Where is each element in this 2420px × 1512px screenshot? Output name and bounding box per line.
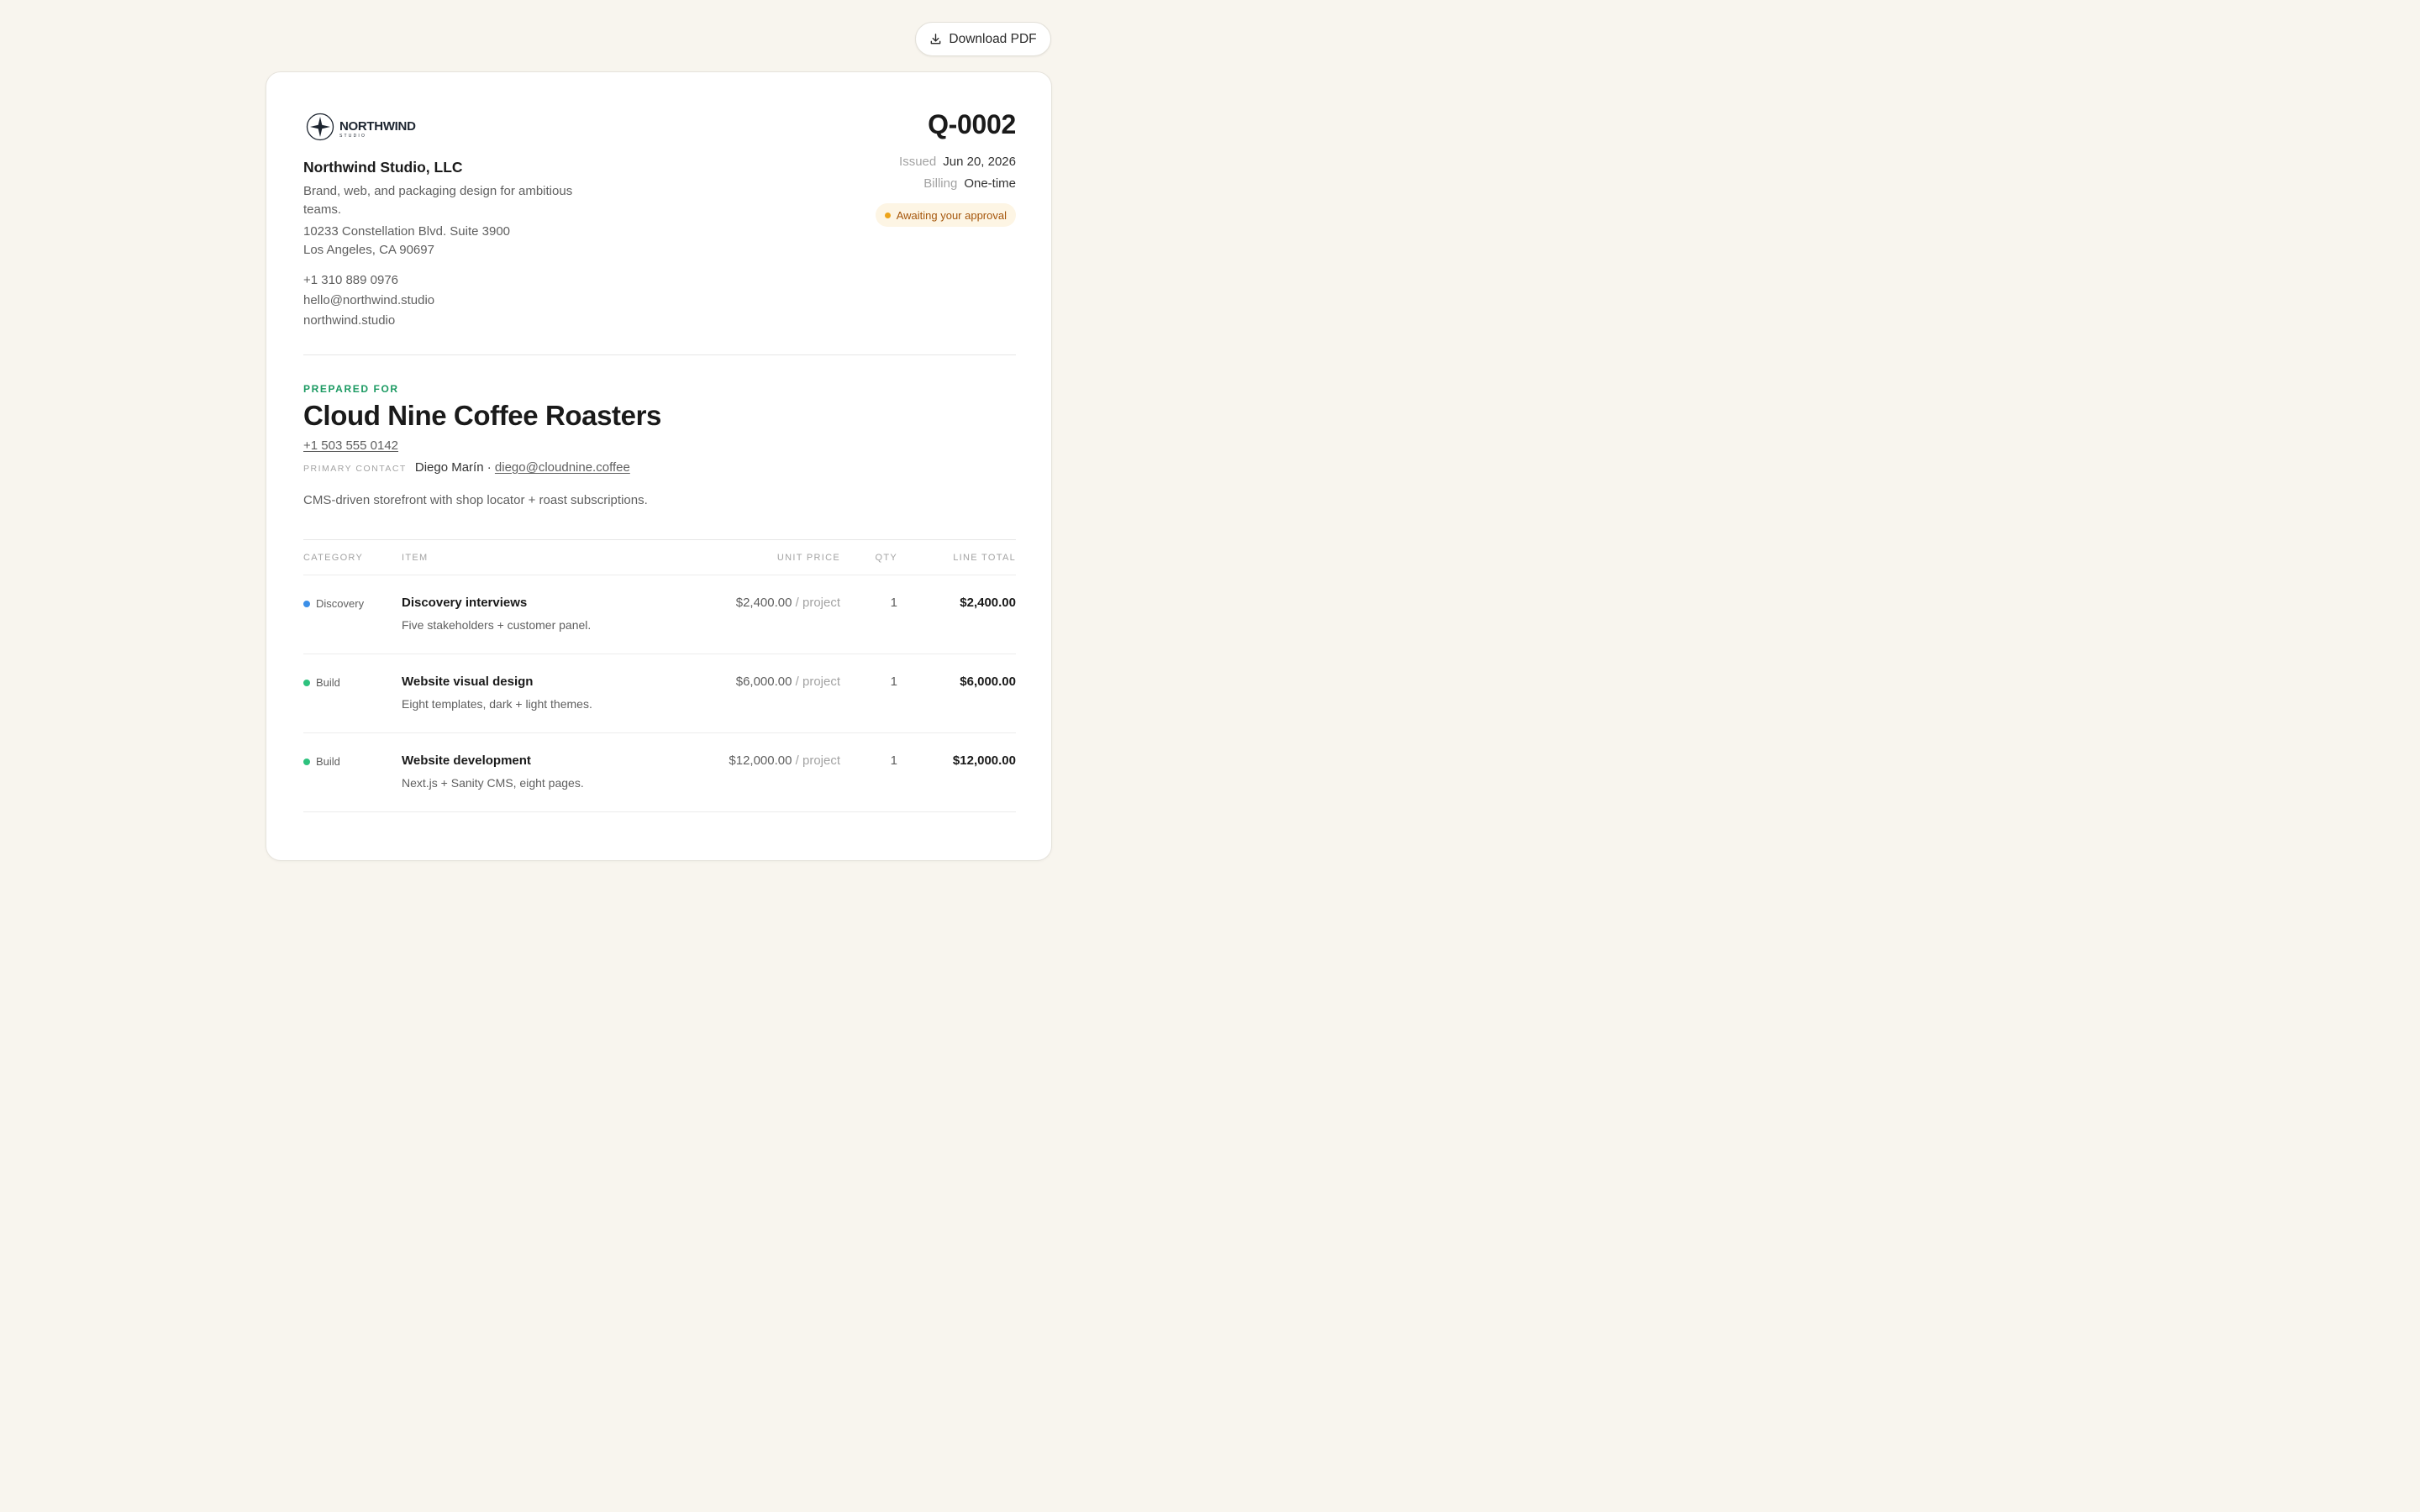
category-label: Build bbox=[316, 755, 340, 768]
unit-price: $12,000.00 / project bbox=[729, 753, 840, 768]
quantity: 1 bbox=[890, 753, 897, 768]
star-logo-icon bbox=[306, 113, 334, 145]
issued-label: Issued bbox=[899, 155, 937, 169]
client-name: Cloud Nine Coffee Roasters bbox=[303, 400, 661, 431]
contact-name: Diego Marín bbox=[414, 460, 484, 475]
column-header-unit-price: UNIT PRICE bbox=[776, 553, 840, 563]
item-title: Website visual design bbox=[402, 675, 534, 689]
unit-price-suffix: / project bbox=[795, 753, 840, 768]
company-email: hello@northwind.studio bbox=[303, 293, 435, 307]
issued-value: Jun 20, 2026 bbox=[943, 155, 1016, 169]
billing-type: Billing One-time bbox=[923, 176, 1016, 191]
quote-page: Download PDF NORTHWIND STUDIO Northwind … bbox=[0, 0, 1318, 861]
item-description: Eight templates, dark + light themes. bbox=[402, 697, 592, 711]
contact-separator: · bbox=[487, 460, 492, 475]
column-header-qty: QTY bbox=[875, 553, 897, 563]
table-row: Build Website visual design Eight templa… bbox=[303, 654, 1016, 733]
unit-price-value: $12,000.00 bbox=[729, 753, 792, 768]
line-total: $12,000.00 bbox=[952, 753, 1016, 768]
column-header-item: ITEM bbox=[402, 553, 429, 563]
billing-value: One-time bbox=[964, 176, 1016, 191]
primary-contact: PRIMARY CONTACT Diego Marín · diego@cloud… bbox=[303, 460, 630, 475]
company-address: 10233 Constellation Blvd. Suite 3900 Los… bbox=[303, 223, 510, 260]
primary-contact-label: PRIMARY CONTACT bbox=[303, 464, 407, 474]
item-description: Five stakeholders + customer panel. bbox=[402, 618, 592, 632]
quantity: 1 bbox=[890, 596, 897, 610]
logo-subtitle: STUDIO bbox=[339, 133, 367, 139]
contact-email-link[interactable]: diego@cloudnine.coffee bbox=[495, 460, 630, 475]
prepared-for-label: PREPARED FOR bbox=[303, 383, 399, 395]
line-total: $6,000.00 bbox=[960, 675, 1016, 689]
company-contact: +1 310 889 0976 hello@northwind.studio n… bbox=[303, 270, 434, 331]
quantity: 1 bbox=[890, 675, 897, 689]
category-tag: Discovery bbox=[303, 597, 364, 610]
logo-wordmark: NORTHWIND bbox=[339, 118, 416, 134]
unit-price-value: $6,000.00 bbox=[735, 675, 792, 689]
table-top-divider bbox=[303, 539, 1016, 540]
quote-number: Q-0002 bbox=[928, 109, 1016, 139]
client-phone-link[interactable]: +1 503 555 0142 bbox=[303, 438, 398, 453]
quote-card: NORTHWIND STUDIO Northwind Studio, LLC B… bbox=[266, 71, 1052, 861]
item-title: Discovery interviews bbox=[402, 596, 528, 610]
unit-price-value: $2,400.00 bbox=[735, 596, 792, 610]
company-logo: NORTHWIND STUDIO bbox=[306, 113, 416, 145]
category-tag: Build bbox=[303, 676, 340, 689]
category-dot-icon bbox=[303, 600, 310, 607]
table-row-bottom-border bbox=[303, 811, 1016, 891]
line-total: $2,400.00 bbox=[960, 596, 1016, 610]
category-tag: Build bbox=[303, 755, 340, 768]
unit-price: $2,400.00 / project bbox=[736, 596, 840, 610]
column-header-category: CATEGORY bbox=[303, 553, 364, 563]
item-description: Next.js + Sanity CMS, eight pages. bbox=[402, 776, 584, 790]
unit-price-suffix: / project bbox=[795, 675, 840, 689]
status-text: Awaiting your approval bbox=[896, 208, 1007, 222]
column-header-line-total: LINE TOTAL bbox=[953, 553, 1016, 563]
address-line-1: 10233 Constellation Blvd. Suite 3900 bbox=[303, 224, 511, 239]
download-icon bbox=[929, 33, 942, 45]
billing-label: Billing bbox=[923, 176, 958, 191]
category-dot-icon bbox=[303, 679, 310, 686]
company-website: northwind.studio bbox=[303, 313, 396, 328]
project-description: CMS-driven storefront with shop locator … bbox=[303, 493, 648, 507]
company-phone: +1 310 889 0976 bbox=[303, 273, 399, 287]
address-line-2: Los Angeles, CA 90697 bbox=[303, 243, 434, 257]
category-label: Discovery bbox=[316, 597, 365, 610]
download-pdf-label: Download PDF bbox=[949, 31, 1037, 46]
download-pdf-button[interactable]: Download PDF bbox=[915, 22, 1051, 56]
category-label: Build bbox=[316, 676, 340, 689]
company-tagline: Brand, web, and packaging design for amb… bbox=[303, 184, 573, 217]
unit-price: $6,000.00 / project bbox=[736, 675, 840, 689]
status-dot-icon bbox=[884, 212, 891, 218]
company-name: Northwind Studio, LLC bbox=[303, 159, 463, 176]
status-badge: Awaiting your approval bbox=[875, 203, 1016, 227]
item-title: Website development bbox=[402, 753, 531, 768]
table-row: Build Website development Next.js + Sani… bbox=[303, 732, 1016, 812]
issued-date: Issued Jun 20, 2026 bbox=[899, 155, 1016, 169]
header-divider bbox=[303, 354, 1016, 355]
unit-price-suffix: / project bbox=[795, 596, 840, 610]
table-row: Discovery Discovery interviews Five stak… bbox=[303, 575, 1016, 654]
category-dot-icon bbox=[303, 758, 310, 765]
